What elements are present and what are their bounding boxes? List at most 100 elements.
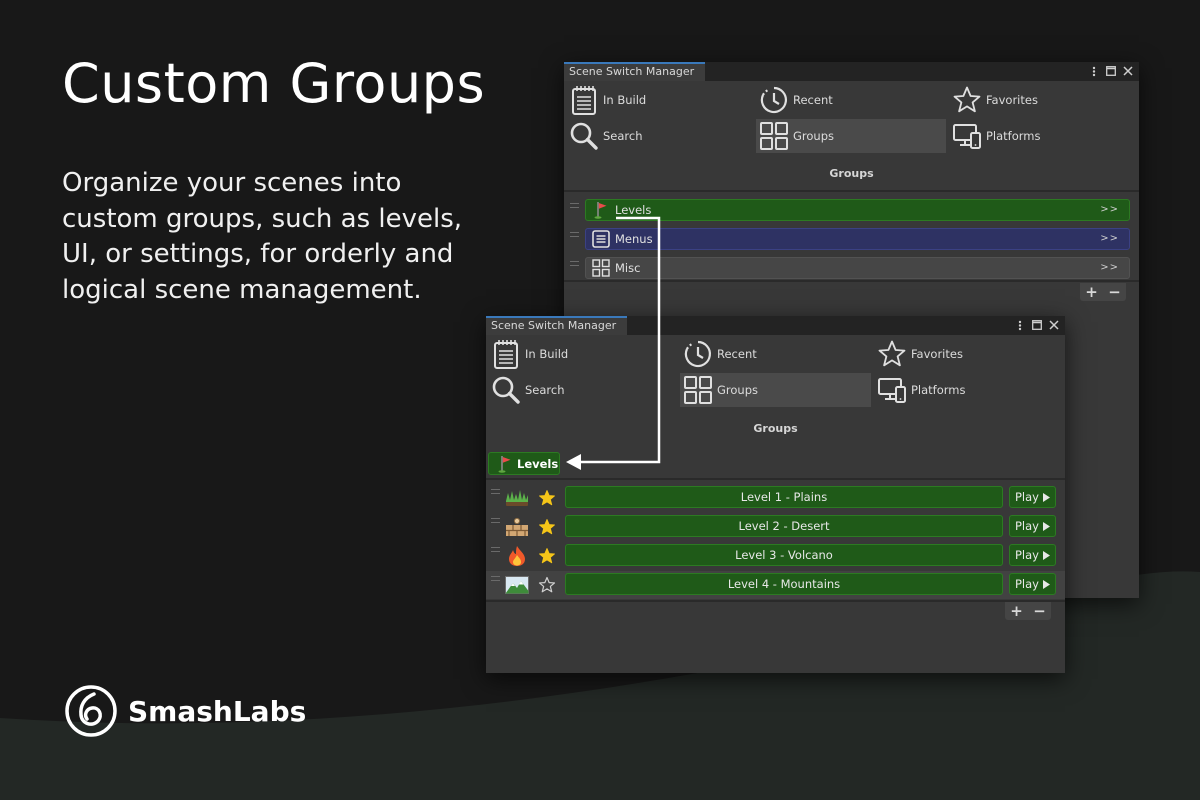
play-button[interactable]: Play xyxy=(1009,515,1056,537)
favorite-star-icon[interactable] xyxy=(536,545,558,567)
maximize-icon[interactable] xyxy=(1031,318,1043,332)
search-button[interactable]: Search xyxy=(488,373,677,407)
scene-button[interactable]: Level 4 - Mountains xyxy=(565,573,1003,595)
page-headline: Custom Groups xyxy=(62,52,486,115)
favorites-button[interactable]: Favorites xyxy=(874,337,1065,371)
mountains-icon xyxy=(505,574,529,596)
section-divider xyxy=(486,478,1065,480)
kebab-menu-icon[interactable] xyxy=(1014,318,1026,332)
scene-row: Level 2 - Desert Play xyxy=(486,513,1065,541)
open-group-chevron: >> xyxy=(1100,262,1119,273)
maximize-icon[interactable] xyxy=(1105,64,1117,78)
platforms-button[interactable]: Platforms xyxy=(949,119,1139,153)
kebab-menu-icon[interactable] xyxy=(1088,64,1100,78)
open-group-chevron: >> xyxy=(1100,204,1119,215)
groups-label: Groups xyxy=(793,129,835,143)
remove-group-button[interactable]: − xyxy=(1103,283,1126,301)
favorites-button[interactable]: Favorites xyxy=(949,83,1139,117)
notepad-icon xyxy=(491,339,521,369)
scene-switch-manager-window-levels: Scene Switch Manager In Build Recent Fav… xyxy=(486,316,1065,673)
history-icon xyxy=(759,85,789,115)
search-icon xyxy=(491,375,521,405)
group-row-levels[interactable]: Levels >> xyxy=(585,199,1130,221)
play-label: Play xyxy=(1015,490,1039,504)
play-icon xyxy=(1042,550,1050,560)
drag-handle[interactable] xyxy=(570,232,579,237)
window-tab-bar: Scene Switch Manager xyxy=(486,316,1065,335)
search-icon xyxy=(569,121,599,151)
add-group-button[interactable]: + xyxy=(1080,283,1103,301)
scene-button[interactable]: Level 1 - Plains xyxy=(565,486,1003,508)
open-group-chevron: >> xyxy=(1100,233,1119,244)
scene-button[interactable]: Level 2 - Desert xyxy=(565,515,1003,537)
recent-button[interactable]: Recent xyxy=(756,83,946,117)
groups-section-title: Groups xyxy=(753,422,798,435)
platforms-label: Platforms xyxy=(911,383,966,397)
star-outline-icon xyxy=(877,339,907,369)
grid-icon xyxy=(683,375,713,405)
scene-button[interactable]: Level 3 - Volcano xyxy=(565,544,1003,566)
add-remove-controls: + − xyxy=(1005,602,1051,620)
grass-icon xyxy=(505,487,529,509)
group-label: Misc xyxy=(615,261,641,275)
window-tab-bar: Scene Switch Manager xyxy=(564,62,1139,81)
drag-handle[interactable] xyxy=(570,203,579,208)
favorite-star-icon[interactable] xyxy=(536,516,558,538)
window-controls xyxy=(1014,318,1060,332)
list-divider xyxy=(564,280,1139,282)
drag-handle[interactable] xyxy=(491,489,500,494)
platforms-button[interactable]: Platforms xyxy=(874,373,1065,407)
flag-icon xyxy=(590,201,612,219)
grid-icon xyxy=(759,121,789,151)
groups-section-title: Groups xyxy=(829,167,874,180)
scene-row: Level 3 - Volcano Play xyxy=(486,542,1065,570)
nav-buttons: In Build Recent Favorites Search Groups xyxy=(564,81,1139,154)
nav-buttons: In Build Recent Favorites Search Groups xyxy=(486,335,1065,408)
groups-button[interactable]: Groups xyxy=(680,373,871,407)
remove-scene-button[interactable]: − xyxy=(1028,602,1051,620)
in-build-button[interactable]: In Build xyxy=(488,337,677,371)
groups-label: Groups xyxy=(717,383,759,397)
bricks-icon xyxy=(505,516,529,538)
play-button[interactable]: Play xyxy=(1009,573,1056,595)
close-icon[interactable] xyxy=(1048,318,1060,332)
devices-icon xyxy=(877,375,907,405)
groups-button[interactable]: Groups xyxy=(756,119,946,153)
recent-button[interactable]: Recent xyxy=(680,337,871,371)
drag-handle[interactable] xyxy=(491,576,500,581)
play-icon xyxy=(1042,579,1050,589)
group-row-menus[interactable]: Menus >> xyxy=(585,228,1130,250)
add-scene-button[interactable]: + xyxy=(1005,602,1028,620)
play-label: Play xyxy=(1015,548,1039,562)
group-breadcrumb-levels[interactable]: Levels xyxy=(488,452,560,475)
drag-handle[interactable] xyxy=(491,518,500,523)
group-label: Menus xyxy=(615,232,653,246)
close-icon[interactable] xyxy=(1122,64,1134,78)
group-label: Levels xyxy=(615,203,652,217)
recent-label: Recent xyxy=(717,347,757,361)
play-button[interactable]: Play xyxy=(1009,544,1056,566)
group-row-misc[interactable]: Misc >> xyxy=(585,257,1130,279)
flag-icon xyxy=(497,455,513,473)
favorites-label: Favorites xyxy=(911,347,963,361)
add-remove-controls: + − xyxy=(1080,283,1126,301)
section-divider xyxy=(564,190,1139,192)
history-icon xyxy=(683,339,713,369)
star-outline-icon xyxy=(952,85,982,115)
window-tab[interactable]: Scene Switch Manager xyxy=(486,316,628,335)
breadcrumb-label: Levels xyxy=(517,456,559,471)
play-icon xyxy=(1042,521,1050,531)
star-outline-icon[interactable] xyxy=(536,574,558,596)
favorites-label: Favorites xyxy=(986,93,1038,107)
recent-label: Recent xyxy=(793,93,833,107)
window-tab[interactable]: Scene Switch Manager xyxy=(564,62,706,81)
drag-handle[interactable] xyxy=(570,261,579,266)
in-build-button[interactable]: In Build xyxy=(566,83,753,117)
list-icon xyxy=(590,230,612,248)
search-button[interactable]: Search xyxy=(566,119,753,153)
in-build-label: In Build xyxy=(603,93,647,107)
favorite-star-icon[interactable] xyxy=(536,487,558,509)
brand-name: SmashLabs xyxy=(128,694,307,728)
play-button[interactable]: Play xyxy=(1009,486,1056,508)
drag-handle[interactable] xyxy=(491,547,500,552)
